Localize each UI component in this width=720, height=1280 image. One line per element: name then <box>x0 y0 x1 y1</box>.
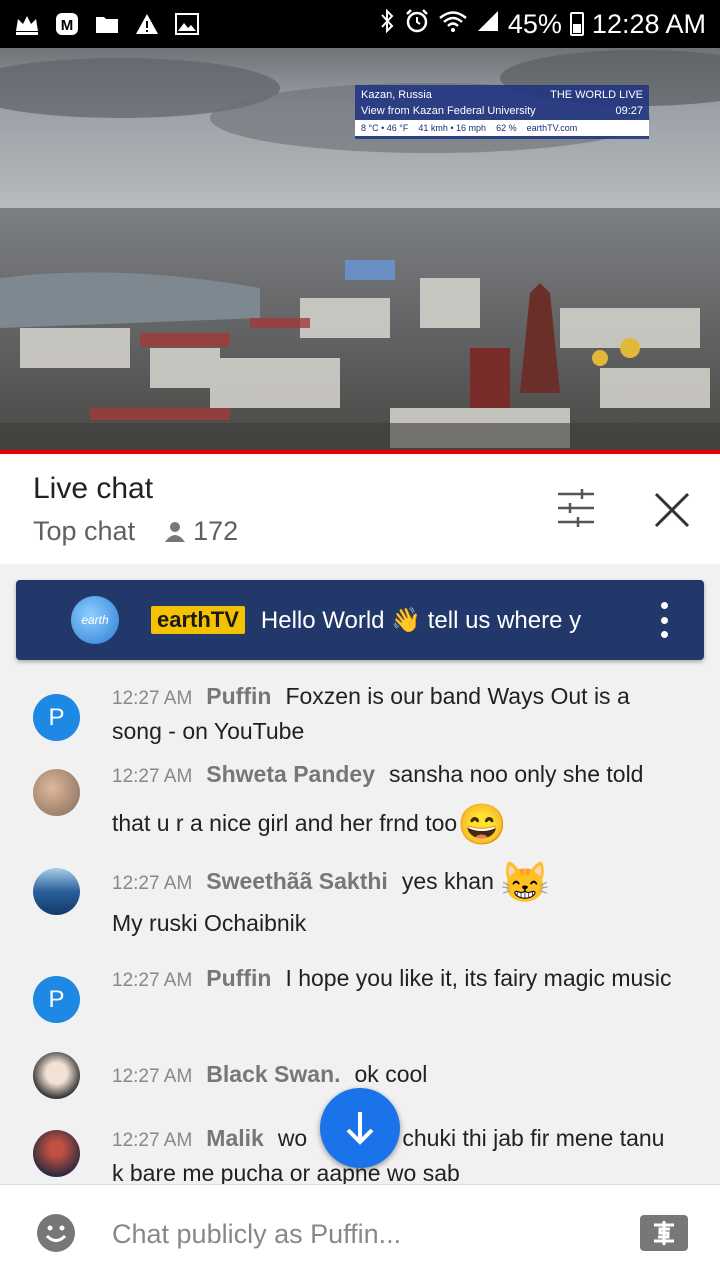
pinned-author: earthTV <box>151 606 245 634</box>
message-body: 12:27 AM Black Swan. ok cool <box>112 1058 672 1093</box>
message-time: 12:27 AM <box>112 688 193 709</box>
overlay-location: Kazan, Russia <box>361 89 432 101</box>
grinning-emoji: 😄 <box>457 802 508 847</box>
more-options-button[interactable] <box>654 602 674 638</box>
battery-icon <box>569 12 584 36</box>
status-bar: M 45% 12:28 AM <box>0 0 720 48</box>
bluetooth-icon <box>378 8 396 41</box>
message-text: wo <box>277 1125 308 1151</box>
chat-header: Live chat Top chat 172 <box>0 454 720 564</box>
chat-title: Live chat <box>33 472 154 505</box>
overlay-brand: THE WORLD LIVE <box>550 89 643 101</box>
chat-input-bar <box>0 1184 720 1280</box>
message-body: 12:27 AM Sweethãã Sakthi yes khan 😸 My rus… <box>112 858 672 939</box>
clock: 12:28 AM <box>591 8 706 39</box>
message-text: ok cool <box>354 1061 428 1087</box>
alarm-icon <box>404 8 430 41</box>
wifi-icon <box>438 9 468 40</box>
pinned-text: Hello World 👋 tell us where y <box>260 606 582 634</box>
overlay-temperature: 8 °C • 46 °F <box>361 123 409 133</box>
message-text: yes khan <box>401 868 494 894</box>
message-body: 12:27 AM Puffin I hope you like it, its fa… <box>112 962 672 997</box>
message-author[interactable]: Black Swan. <box>206 1061 340 1087</box>
close-icon <box>654 492 690 528</box>
message-body: 12:27 AM Shweta Pandey sansha noo only she… <box>112 751 672 846</box>
overlay-time: 09:27 <box>615 105 643 117</box>
filter-settings-button[interactable] <box>554 488 598 528</box>
message-author[interactable]: Shweta Pandey <box>206 761 375 787</box>
m-app-icon: M <box>54 11 80 37</box>
folder-icon <box>94 11 120 37</box>
message-time: 12:27 AM <box>112 970 193 991</box>
message-time: 12:27 AM <box>112 873 193 894</box>
overlay-humidity: 62 % <box>496 123 517 133</box>
overlay-view: View from Kazan Federal University <box>361 105 536 117</box>
signal-icon <box>476 9 500 40</box>
message-author[interactable]: Sweethãã Sakthi <box>206 868 388 894</box>
overlay-wind: 41 kmh • 16 mph <box>418 123 487 133</box>
message-text: I hope you like it, its fairy magic musi… <box>285 965 672 991</box>
viewer-count: 172 <box>163 516 238 547</box>
pinned-message[interactable]: earth earthTV Hello World 👋 tell us wher… <box>16 580 704 660</box>
earthtv-avatar: earth <box>71 596 119 644</box>
emoji-picker-button[interactable] <box>36 1213 76 1253</box>
chat-mode-selector[interactable]: Top chat 172 <box>33 516 238 547</box>
scroll-to-bottom-button[interactable] <box>320 1088 400 1168</box>
super-chat-button[interactable] <box>640 1215 688 1251</box>
sliders-icon <box>558 489 594 527</box>
message-body: 12:27 AM Puffin Foxzen is our band Ways Ou… <box>112 680 672 747</box>
message-author[interactable]: Malik <box>206 1125 264 1151</box>
message-author[interactable]: Puffin <box>206 965 271 991</box>
close-button[interactable] <box>650 488 694 532</box>
message-author[interactable]: Puffin <box>206 683 271 709</box>
chat-mode-label: Top chat <box>33 516 136 546</box>
message-time: 12:27 AM <box>112 766 193 787</box>
smiley-icon <box>37 1214 75 1252</box>
message-time: 12:27 AM <box>112 1066 193 1087</box>
message-text-line2: My ruski Ochaibnik <box>112 910 307 936</box>
broadcast-overlay: Kazan, Russia THE WORLD LIVE View from Ka… <box>355 85 649 139</box>
arrow-down-icon <box>346 1112 374 1145</box>
image-icon <box>174 11 200 37</box>
avatar[interactable]: P <box>33 694 80 741</box>
message-time: 12:27 AM <box>112 1130 193 1151</box>
svg-text:M: M <box>61 17 74 34</box>
avatar[interactable] <box>33 1052 80 1099</box>
video-player[interactable]: Kazan, Russia THE WORLD LIVE View from Ka… <box>0 48 720 450</box>
chat-message-input[interactable] <box>112 1215 592 1253</box>
battery-percent: 45% <box>507 8 562 39</box>
avatar[interactable] <box>33 868 80 915</box>
overlay-site: earthTV.com <box>526 123 578 133</box>
viewer-count-value: 172 <box>193 516 239 546</box>
dollar-icon <box>640 1215 688 1251</box>
grinning-cat-emoji: 😸 <box>500 860 551 905</box>
avatar[interactable] <box>33 769 80 816</box>
avatar[interactable] <box>33 1130 80 1177</box>
person-icon <box>165 521 186 542</box>
warning-icon <box>134 11 160 37</box>
avatar[interactable]: P <box>33 976 80 1023</box>
crown-icon <box>14 11 40 37</box>
